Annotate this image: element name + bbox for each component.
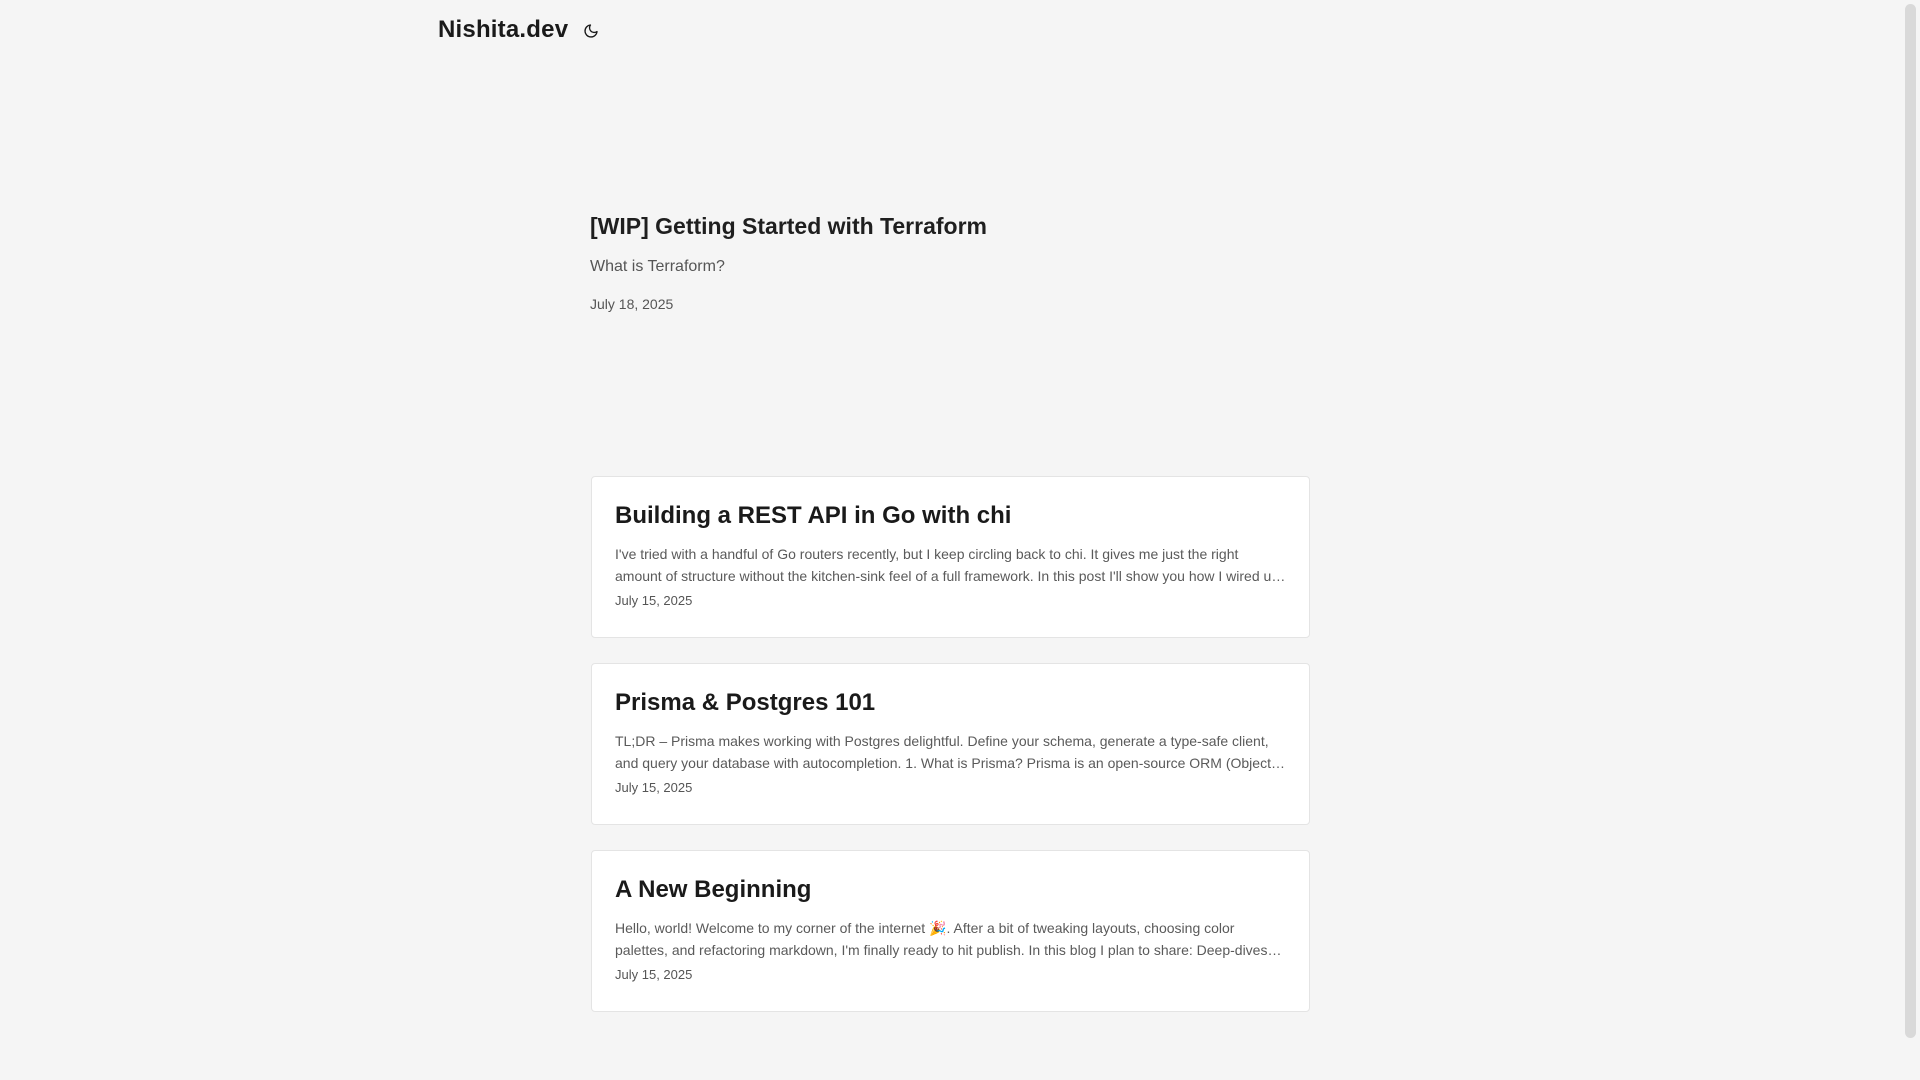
- post-date: July 15, 2025: [615, 780, 693, 795]
- site-title-link[interactable]: Nishita.dev: [438, 16, 568, 44]
- moon-icon: [584, 24, 598, 38]
- post-date: July 15, 2025: [615, 967, 693, 982]
- post-card[interactable]: A New Beginning Hello, world! Welcome to…: [591, 850, 1310, 1012]
- post-excerpt: I've tried with a handful of Go routers …: [615, 546, 1280, 584]
- post-card[interactable]: Building a REST API in Go with chi I've …: [591, 476, 1310, 638]
- featured-post-date: July 18, 2025: [590, 296, 674, 312]
- vertical-scrollbar[interactable]: [1905, 4, 1916, 1038]
- page: Nishita.dev [WIP] Getting Started with T…: [0, 0, 1920, 1080]
- post-excerpt: TL;DR – Prisma makes working with Postgr…: [615, 733, 1276, 771]
- featured-post-title[interactable]: [WIP] Getting Started with Terraform: [590, 213, 1310, 240]
- post-excerpt: Hello, world! Welcome to my corner of th…: [615, 920, 1268, 958]
- theme-toggle-button[interactable]: [580, 20, 602, 42]
- post-list: Building a REST API in Go with chi I've …: [591, 476, 1310, 1012]
- post-date: July 15, 2025: [615, 593, 693, 608]
- post-title[interactable]: Prisma & Postgres 101: [615, 688, 1286, 718]
- post-title[interactable]: Building a REST API in Go with chi: [615, 501, 1286, 531]
- featured-post: [WIP] Getting Started with Terraform Wha…: [590, 213, 1310, 312]
- featured-post-description: What is Terraform?: [590, 258, 725, 275]
- post-title[interactable]: A New Beginning: [615, 875, 1286, 905]
- site-header: Nishita.dev: [438, 14, 602, 46]
- post-card[interactable]: Prisma & Postgres 101 TL;DR – Prisma mak…: [591, 663, 1310, 825]
